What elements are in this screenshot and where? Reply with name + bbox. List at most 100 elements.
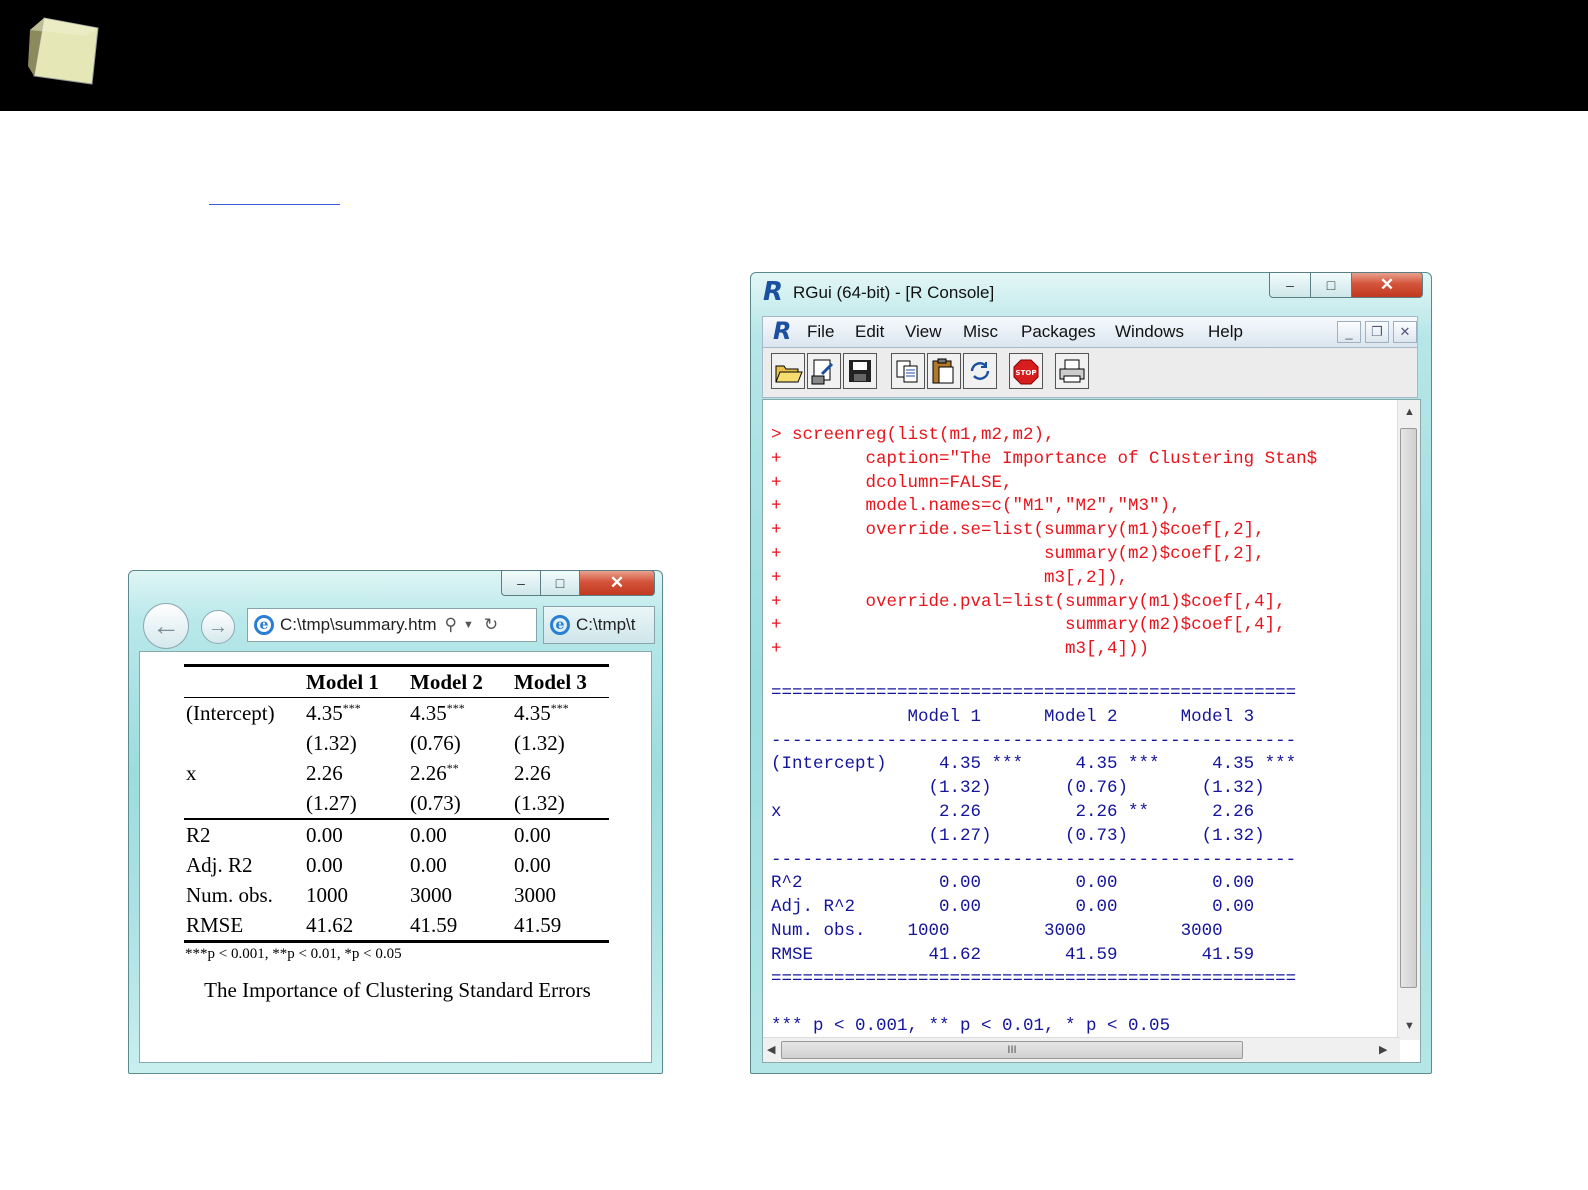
copy-button[interactable] — [891, 353, 925, 389]
scroll-right-icon[interactable]: ▶ — [1379, 1043, 1387, 1056]
row-label: R2 — [184, 818, 304, 850]
cell-value: 2.26 — [514, 760, 551, 785]
significance-stars: *** — [550, 700, 569, 715]
cell: 4.35*** — [512, 698, 609, 729]
cell-value: 0.00 — [410, 852, 447, 877]
dropdown-icon[interactable]: ▼ — [463, 619, 474, 631]
row-label: RMSE — [184, 910, 304, 943]
vertical-scrollbar[interactable]: ▲ ▼ — [1397, 400, 1420, 1040]
cell-value: 0.00 — [408, 818, 512, 850]
console-output-line: ========================================… — [771, 968, 1297, 989]
menu-packages[interactable]: Packages — [1021, 322, 1096, 342]
cell-value: (0.73) — [410, 790, 461, 815]
horizontal-scrollbar[interactable]: ◀ III ▶ — [763, 1037, 1400, 1062]
close-button[interactable]: ✕ — [1351, 272, 1423, 298]
console-output-line: (1.32) (0.76) (1.32) — [771, 778, 1265, 799]
search-icon[interactable]: ⚲ — [444, 615, 456, 635]
back-button[interactable]: ← — [143, 603, 189, 649]
scroll-left-icon[interactable]: ◀ — [767, 1043, 775, 1056]
console-output-line: R^2 0.00 0.00 0.00 — [771, 873, 1255, 894]
minimize-button[interactable]: – — [1269, 272, 1311, 298]
cell-value: 2.26 — [410, 760, 447, 785]
cell-value: 3000 — [410, 882, 452, 907]
slide-link[interactable] — [209, 178, 340, 205]
address-bar[interactable]: e C:\tmp\summary.htm ⚲ ▼ ↻ — [247, 608, 537, 642]
menu-misc[interactable]: Misc — [963, 322, 998, 342]
close-button[interactable]: ✕ — [579, 570, 655, 596]
window-title: RGui (64-bit) - [R Console] — [793, 283, 995, 302]
horizontal-scroll-thumb[interactable]: III — [781, 1041, 1243, 1059]
console-output-line: x 2.26 2.26 ** 2.26 — [771, 802, 1255, 822]
browser-tab[interactable]: e C:\tmp\t — [543, 606, 655, 644]
scroll-up-icon[interactable]: ▲ — [1404, 406, 1415, 418]
print-button[interactable] — [1055, 353, 1089, 389]
console-input-line: + caption="The Importance of Clustering … — [771, 448, 1318, 469]
forward-button[interactable]: → — [201, 610, 235, 644]
header-cell: Model 2 — [408, 664, 512, 698]
cell: 2.26** — [408, 758, 512, 788]
open-script-button[interactable] — [771, 353, 805, 389]
vertical-scroll-thumb[interactable] — [1400, 428, 1417, 988]
cell-value: 4.35 — [514, 700, 551, 725]
cell-value: 4.35 — [306, 700, 343, 725]
row-label: x — [186, 760, 197, 785]
mdi-restore-button[interactable]: ❐ — [1365, 321, 1389, 343]
console-output-line: *** p < 0.001, ** p < 0.01, * p < 0.05 — [771, 1016, 1171, 1037]
ie-page-content: Model 1 Model 2 Model 3 (Intercept) 4.35… — [139, 651, 652, 1063]
cell-value: 2.26 — [306, 760, 343, 785]
cell-value: 41.59 — [512, 910, 609, 943]
minimize-button[interactable]: – — [501, 570, 541, 596]
menu-file[interactable]: File — [807, 322, 834, 342]
mdi-close-button[interactable]: ✕ — [1393, 321, 1417, 343]
paste-icon — [932, 358, 954, 384]
console-output-line: Model 1 Model 2 Model 3 — [771, 706, 1255, 727]
row-label: (Intercept) — [186, 700, 275, 725]
stop-button[interactable]: STOP — [1009, 353, 1043, 389]
mdi-minimize-button[interactable]: _ — [1337, 321, 1361, 343]
load-icon — [811, 359, 834, 385]
cell: 4.35*** — [304, 698, 408, 729]
table-row: Adj. R2 0.00 0.00 0.00 — [184, 850, 609, 880]
cell-value: 1000 — [306, 882, 348, 907]
menu-view[interactable]: View — [905, 322, 942, 342]
maximize-button[interactable]: □ — [540, 570, 580, 596]
printer-icon — [1059, 359, 1085, 383]
svg-text:STOP: STOP — [1016, 369, 1037, 377]
console-output-line: Num. obs. 1000 3000 3000 — [771, 921, 1223, 941]
refresh-icon[interactable]: ↻ — [484, 615, 498, 635]
row-label — [184, 728, 304, 758]
menu-bar: R File Edit View Misc Packages Windows H… — [762, 316, 1418, 348]
scroll-down-icon[interactable]: ▼ — [1404, 1020, 1415, 1032]
header-cell — [184, 664, 304, 698]
cell-value: 0.00 — [514, 852, 551, 877]
cell-value: (1.32) — [306, 730, 357, 755]
r-menu-logo-icon: R — [773, 317, 792, 345]
table-note: ***p < 0.001, **p < 0.01, *p < 0.05 — [185, 946, 402, 962]
save-button[interactable] — [843, 353, 877, 389]
console-input-line: + summary(m2)$coef[,2], — [771, 544, 1265, 564]
table-caption: The Importance of Clustering Standard Er… — [204, 978, 591, 1002]
table-row: R2 0.00 0.00 0.00 — [184, 818, 609, 850]
address-text: C:\tmp\summary.htm — [280, 615, 437, 634]
table-row: x 2.26 2.26** 2.26 — [184, 758, 609, 788]
menu-help[interactable]: Help — [1208, 322, 1243, 342]
copy-paste-button[interactable] — [963, 353, 997, 389]
table-row: (1.32) (0.76) (1.32) — [184, 728, 609, 758]
paste-button[interactable] — [927, 353, 961, 389]
r-logo-icon: R — [763, 277, 784, 307]
cell-value: 0.00 — [304, 818, 408, 850]
console-output-line: ----------------------------------------… — [771, 730, 1297, 751]
menu-windows[interactable]: Windows — [1115, 322, 1184, 342]
console-input-line: > screenreg(list(m1,m2,m2), — [771, 425, 1055, 445]
row-label: Num. obs. — [186, 882, 273, 907]
refresh-icon — [970, 362, 990, 380]
load-workspace-button[interactable] — [807, 353, 841, 389]
menu-edit[interactable]: Edit — [855, 322, 884, 342]
significance-stars: *** — [342, 700, 361, 715]
slide-header — [0, 0, 1588, 111]
header-cell: Model 1 — [304, 664, 408, 698]
maximize-button[interactable]: □ — [1310, 272, 1352, 298]
console-input-line: + summary(m2)$coef[,4], — [771, 615, 1286, 636]
r-console[interactable]: > screenreg(list(m1,m2,m2), + caption="Th… — [762, 399, 1421, 1063]
cell-value: 41.62 — [304, 910, 408, 943]
